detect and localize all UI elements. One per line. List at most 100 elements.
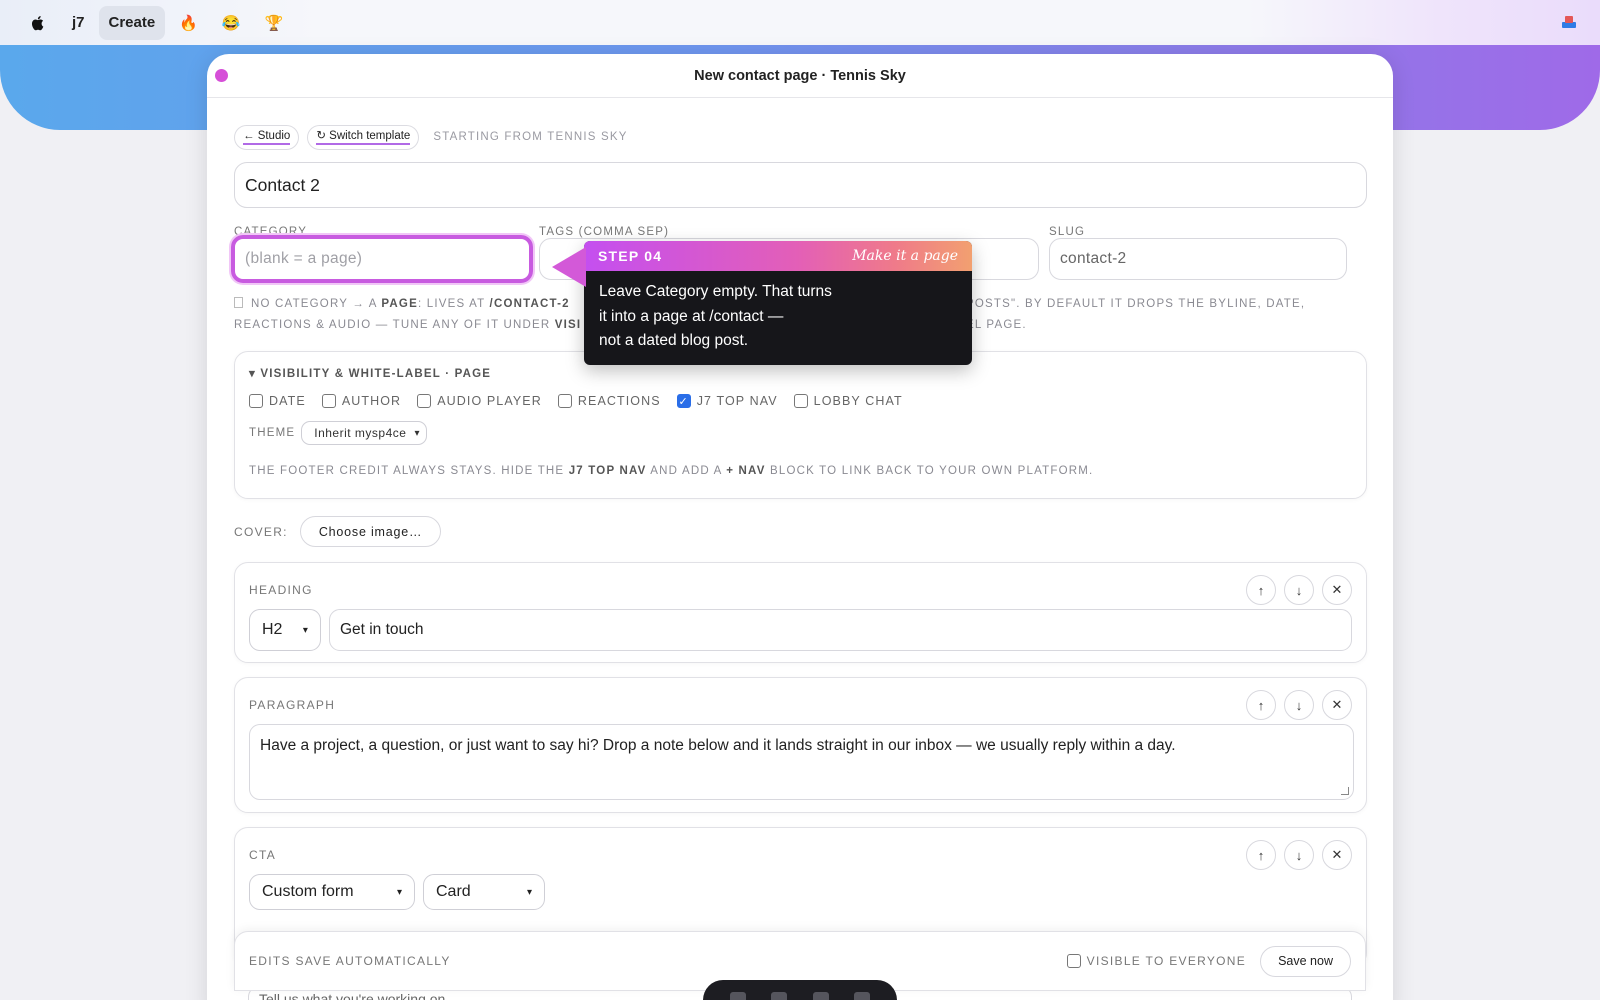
cta-row: Custom form ▾ Card ▾	[249, 874, 1352, 910]
chevron-down-icon: ▾	[302, 624, 308, 636]
tags-label: TAGS (COMMA SEP)	[539, 226, 670, 238]
note-strong: J7 TOP NAV	[568, 465, 647, 477]
select-value: H2	[262, 621, 283, 638]
checkbox-box	[417, 394, 432, 408]
autosave-label: EDITS SAVE AUTOMATICALLY	[249, 954, 451, 968]
editor-window: New contact page · Tennis Sky ← Studio ↻…	[207, 54, 1393, 1000]
cta-type-select[interactable]: Custom form ▾	[249, 874, 415, 910]
fire-menu[interactable]: 🔥	[169, 6, 208, 40]
select-value: Card	[436, 883, 471, 900]
close-dot[interactable]	[215, 69, 228, 82]
paragraph-textarea[interactable]: Have a project, a question, or just want…	[249, 724, 1354, 800]
top-nav-checkbox[interactable]: ✓ J7 TOP NAV	[676, 394, 778, 408]
move-up-button[interactable]: ↑	[1246, 575, 1276, 605]
heading-row: H2 ▾ Get in touch	[249, 609, 1352, 651]
block-controls: ↑ ↓ ✕	[1238, 575, 1352, 605]
block-label: HEADING	[249, 583, 313, 597]
status-tray-icon[interactable]	[1560, 13, 1578, 31]
dock-app-icon[interactable]	[854, 992, 871, 1000]
move-down-button[interactable]: ↓	[1284, 690, 1314, 720]
footer-credit-note: THE FOOTER CREDIT ALWAYS STAYS. HIDE THE…	[249, 465, 1352, 477]
cover-row: COVER: Choose image…	[234, 516, 1367, 547]
lobby-chat-checkbox[interactable]: LOBBY CHAT	[793, 394, 903, 408]
heading-level-select[interactable]: H2 ▾	[249, 609, 321, 651]
cta-style-select[interactable]: Card ▾	[423, 874, 545, 910]
hint-strong: VISI	[554, 319, 582, 331]
author-checkbox[interactable]: AUTHOR	[321, 394, 401, 408]
move-down-button[interactable]: ↓	[1284, 840, 1314, 870]
note-strong: + NAV	[726, 465, 766, 477]
category-input[interactable]: (blank = a page)	[231, 235, 533, 283]
remove-block-button[interactable]: ✕	[1322, 690, 1352, 720]
floating-dock	[703, 980, 897, 1000]
theme-label: THEME	[249, 427, 296, 439]
visible-to-everyone-checkbox[interactable]: VISIBLE TO EVERYONE	[1066, 954, 1247, 968]
switch-template-link[interactable]: ↻ Switch template	[307, 124, 420, 150]
hint-text: : LIVES AT	[417, 298, 490, 310]
cover-label: COVER:	[234, 524, 288, 539]
doc-icon	[234, 297, 243, 308]
move-down-button[interactable]: ↓	[1284, 575, 1314, 605]
dock-app-icon[interactable]	[729, 992, 746, 1000]
checkbox-label: AUDIO PLAYER	[437, 394, 542, 408]
title-input[interactable]: Contact 2	[234, 162, 1367, 208]
move-up-button[interactable]: ↑	[1246, 690, 1276, 720]
window-titlebar: New contact page · Tennis Sky	[207, 54, 1393, 98]
checkbox-box	[793, 394, 808, 408]
hint-line-2-left: REACTIONS & AUDIO — TUNE ANY OF IT UNDER…	[234, 315, 584, 336]
dock-app-icon[interactable]	[812, 992, 829, 1000]
visibility-heading[interactable]: ▾ VISIBILITY & WHITE-LABEL · PAGE	[249, 366, 1352, 380]
visibility-panel: ▾ VISIBILITY & WHITE-LABEL · PAGE DATE A…	[234, 351, 1367, 499]
save-bar-actions: VISIBLE TO EVERYONE Save now	[1066, 945, 1351, 977]
hint-strong: /CONTACT-2	[489, 298, 570, 310]
tooltip-tagline: Make it a page	[852, 248, 958, 264]
theme-row: THEME Inherit mysp4ce ▾	[249, 421, 1352, 445]
checkbox-label: J7 TOP NAV	[696, 394, 778, 408]
brand-menu[interactable]: j7	[62, 6, 95, 40]
checkbox-label: VISIBLE TO EVERYONE	[1086, 954, 1247, 968]
remove-block-button[interactable]: ✕	[1322, 575, 1352, 605]
checkbox-box	[557, 394, 572, 408]
laugh-menu[interactable]: 😂	[212, 6, 251, 40]
hint-line-1-left: NO CATEGORY → A PAGE: LIVES AT /CONTACT-…	[234, 294, 584, 315]
hint-text: REACTIONS & AUDIO — TUNE ANY OF IT UNDER	[234, 319, 555, 331]
paragraph-text: Have a project, a question, or just want…	[260, 737, 1176, 754]
tooltip-step: STEP 04	[598, 248, 663, 264]
theme-select[interactable]: Inherit mysp4ce ▾	[301, 421, 427, 445]
checkbox-label: LOBBY CHAT	[813, 394, 903, 408]
block-controls: ↑ ↓ ✕	[1238, 690, 1352, 720]
heading-block: HEADING ↑ ↓ ✕ H2 ▾ Get in touch	[234, 562, 1367, 663]
heading-text-input[interactable]: Get in touch	[328, 609, 1352, 651]
note-text: AND ADD A	[646, 465, 727, 477]
apple-menu[interactable]	[18, 6, 58, 40]
menu-bar: j7 Create 🔥 😂 🏆	[0, 0, 1600, 45]
trophy-menu[interactable]: 🏆	[255, 6, 294, 40]
tooltip-body: Leave Category empty. That turns it into…	[584, 271, 972, 363]
studio-link[interactable]: ← Studio	[234, 124, 300, 150]
hint-text: NO CATEGORY → A	[251, 298, 382, 310]
remove-block-button[interactable]: ✕	[1322, 840, 1352, 870]
paragraph-block: PARAGRAPH ↑ ↓ ✕ Have a project, a questi…	[234, 677, 1367, 813]
audio-player-checkbox[interactable]: AUDIO PLAYER	[417, 394, 542, 408]
save-now-button[interactable]: Save now	[1260, 945, 1351, 977]
create-menu[interactable]: Create	[98, 5, 166, 40]
tooltip-line: Leave Category empty. That turns	[599, 283, 832, 300]
date-checkbox[interactable]: DATE	[249, 394, 306, 408]
resize-grip-icon[interactable]	[1341, 787, 1349, 795]
slug-input[interactable]: contact-2	[1049, 238, 1347, 280]
apple-icon	[31, 15, 44, 30]
tooltip-arrow	[552, 247, 586, 287]
switch-template-label: ↻ Switch template	[316, 129, 411, 145]
dock-app-icon[interactable]	[771, 992, 788, 1000]
checkbox-box	[249, 394, 263, 408]
template-origin-note: STARTING FROM TENNIS SKY	[433, 131, 628, 143]
checkbox-label: REACTIONS	[577, 394, 661, 408]
choose-image-button[interactable]: Choose image…	[299, 516, 442, 547]
reactions-checkbox[interactable]: REACTIONS	[557, 394, 661, 408]
tooltip-line: it into a page at /contact —	[599, 307, 784, 325]
checkbox-box	[321, 394, 336, 408]
block-label: PARAGRAPH	[249, 698, 336, 712]
block-label: CTA	[249, 848, 277, 862]
checkbox-label: DATE	[269, 394, 306, 408]
move-up-button[interactable]: ↑	[1246, 840, 1276, 870]
